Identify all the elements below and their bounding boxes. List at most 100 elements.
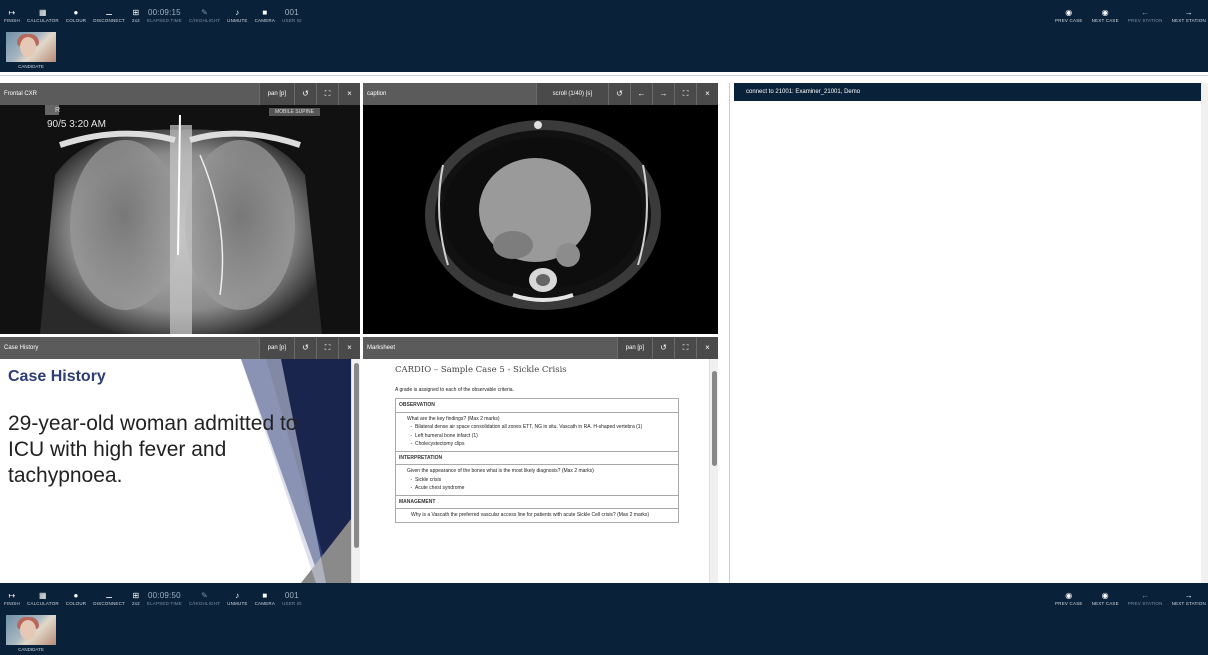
- toolbar-label: ELAPSED TIME: [146, 18, 182, 23]
- exit-icon: ↦: [8, 8, 16, 17]
- toolbar-button-unmute[interactable]: ♪ UNMUTE: [227, 590, 247, 606]
- toolbar-label: USER ID: [282, 18, 302, 23]
- toolbar-button-next-case[interactable]: ◉ NEXT CASE: [1092, 7, 1119, 23]
- reset-icon[interactable]: ↺: [294, 83, 316, 105]
- toolbar-button-calculator[interactable]: ▦ CALCULATOR: [27, 590, 59, 606]
- toolbar-button-prev-station[interactable]: ← PREV STATION: [1128, 590, 1163, 606]
- top-toolbar: ↦ FINISH ▦ CALCULATOR ● COLOUR ⚊ DISCONNECT ⊞ 2x2…: [0, 0, 1208, 72]
- close-icon[interactable]: ×: [696, 337, 718, 359]
- pan-button[interactable]: pan [p]: [258, 83, 294, 105]
- scrollbar[interactable]: [351, 359, 360, 583]
- disconnect-icon: ⚊: [105, 591, 113, 600]
- timer: 00:09:15 ELAPSED TIME: [147, 7, 182, 23]
- timer-value: 00:09:15: [148, 8, 181, 17]
- ct-image[interactable]: [363, 105, 718, 334]
- disconnect-icon: ⚊: [105, 8, 113, 17]
- case-history-heading: Case History: [8, 368, 106, 385]
- toolbar-button-2x2[interactable]: ⊞ 2x2: [132, 7, 140, 23]
- arrow-left-icon[interactable]: ←: [630, 83, 652, 105]
- next-case-icon: ◉: [1101, 591, 1109, 600]
- candidate-camera: CANDIDATE: [4, 615, 58, 653]
- toolbar-button-colour[interactable]: ● COLOUR: [66, 590, 86, 606]
- reset-icon[interactable]: ↺: [294, 337, 316, 359]
- reset-icon[interactable]: ↺: [652, 337, 674, 359]
- candidate-camera: CANDIDATE: [4, 32, 58, 70]
- toolbar-label: NEXT CASE: [1091, 601, 1119, 606]
- fullscreen-icon[interactable]: ⛶: [316, 83, 338, 105]
- toolbar-label: PREV CASE: [1055, 601, 1083, 606]
- toolbar-label: NEXT STATION: [1171, 601, 1206, 606]
- marksheet-table: OBSERVATION What are the key findings? (…: [395, 398, 679, 523]
- interpretation-cell: Given the appearance of the bones what i…: [395, 464, 679, 496]
- toolbar-button-disconnect[interactable]: ⚊ DISCONNECT: [93, 590, 125, 606]
- observation-cell: What are the key findings? (Max 2 marks)…: [395, 411, 679, 452]
- toolbar-button-camera[interactable]: ■ CAMERA: [255, 7, 275, 23]
- marksheet-body: CARDIO – Sample Case 5 - Sickle Crisis A…: [363, 359, 718, 583]
- section-observation: OBSERVATION: [395, 398, 679, 413]
- xray-image[interactable]: R 90/5 3:20 AM MOBILE SUPINE: [0, 105, 360, 334]
- toolbar-button-c-highlight[interactable]: ✎ C/HIGHLIGHT: [189, 590, 220, 606]
- toolbar-button-next-station[interactable]: → NEXT STATION: [1172, 7, 1206, 23]
- toolbar-button-next-case[interactable]: ◉ NEXT CASE: [1092, 590, 1119, 606]
- pane-title: Case History: [4, 345, 39, 351]
- toolbar-button-disconnect[interactable]: ⚊ DISCONNECT: [93, 7, 125, 23]
- examiner-panel: connect to 21001: Examiner_21001, Demo: [729, 83, 1208, 583]
- prev-case-icon: ◉: [1065, 591, 1073, 600]
- toolbar-button-2x2[interactable]: ⊞ 2x2: [132, 590, 140, 606]
- toolbar-button-prev-case[interactable]: ◉ PREV CASE: [1055, 590, 1083, 606]
- case-history-text: 29-year-old woman admitted to ICU with h…: [8, 412, 298, 487]
- pan-button[interactable]: pan [p]: [616, 337, 652, 359]
- camera-icon: ■: [262, 591, 268, 600]
- toolbar-label: PREV STATION: [1127, 601, 1163, 606]
- toolbar-label: PREV STATION: [1127, 18, 1163, 23]
- pane-header: Marksheet pan [p] ↺ ⛶ ×: [363, 337, 718, 359]
- toolbar-button-calculator[interactable]: ▦ CALCULATOR: [27, 7, 59, 23]
- camera-label: CANDIDATE: [18, 647, 44, 652]
- close-icon[interactable]: ×: [696, 83, 718, 105]
- toolbar-label: CALCULATOR: [26, 18, 59, 23]
- toolbar-label: NEXT STATION: [1171, 18, 1206, 23]
- scroll-button[interactable]: scroll (1/40) [s]: [535, 83, 608, 105]
- calculator-icon: ▦: [38, 8, 47, 17]
- toolbar-label: FINISH: [4, 18, 20, 23]
- toolbar-label: COLOUR: [65, 18, 87, 23]
- toolbar-button-prev-case[interactable]: ◉ PREV CASE: [1055, 7, 1083, 23]
- timer-value: 00:09:50: [148, 591, 181, 600]
- management-question: Why is a Vascath the preferred vascular …: [411, 512, 650, 518]
- fullscreen-icon[interactable]: ⛶: [674, 337, 696, 359]
- toolbar-button-prev-station[interactable]: ← PREV STATION: [1128, 7, 1163, 23]
- image-marker: R: [55, 107, 61, 114]
- pane-title: caption: [367, 91, 387, 97]
- list-item: Sickle crisis: [415, 476, 675, 485]
- fullscreen-icon[interactable]: ⛶: [674, 83, 696, 105]
- toolbar-divider: [0, 72, 1208, 76]
- close-icon[interactable]: ×: [338, 337, 360, 359]
- list-item: Bilateral dense air space consolidation …: [415, 423, 675, 432]
- pane-header: caption scroll (1/40) [s] ↺ ← → ⛶ ×: [363, 83, 718, 105]
- image-tag: MOBILE SUPINE: [269, 108, 320, 116]
- toolbar-button-unmute[interactable]: ♪ UNMUTE: [227, 7, 247, 23]
- toolbar-button-colour[interactable]: ● COLOUR: [66, 7, 86, 23]
- toolbar-button-finish[interactable]: ↦ FINISH: [4, 7, 20, 23]
- toolbar-label: C/HIGHLIGHT: [188, 601, 221, 606]
- toolbar-label: CALCULATOR: [26, 601, 59, 606]
- scrollbar[interactable]: [709, 359, 718, 583]
- close-icon[interactable]: ×: [338, 83, 360, 105]
- toolbar-label: ELAPSED TIME: [146, 601, 182, 606]
- toolbar-button-camera[interactable]: ■ CAMERA: [255, 590, 275, 606]
- toolbar-button-next-station[interactable]: → NEXT STATION: [1172, 590, 1206, 606]
- list-item: Acute chest syndrome: [415, 484, 675, 493]
- pan-button[interactable]: pan [p]: [258, 337, 294, 359]
- camera-video: [6, 32, 56, 62]
- toolbar-button-finish[interactable]: ↦ FINISH: [4, 590, 20, 606]
- arrow-right-icon: →: [1184, 8, 1193, 17]
- reset-icon[interactable]: ↺: [608, 83, 630, 105]
- arrow-right-icon[interactable]: →: [652, 83, 674, 105]
- scrollbar[interactable]: [1201, 83, 1208, 583]
- timer: 00:09:50 ELAPSED TIME: [147, 590, 182, 606]
- user-id-value: 001: [284, 8, 299, 17]
- toolbar-label: UNMUTE: [227, 18, 248, 23]
- fullscreen-icon[interactable]: ⛶: [316, 337, 338, 359]
- toolbar-button-c-highlight[interactable]: ✎ C/HIGHLIGHT: [189, 7, 220, 23]
- camera-icon: ■: [262, 8, 268, 17]
